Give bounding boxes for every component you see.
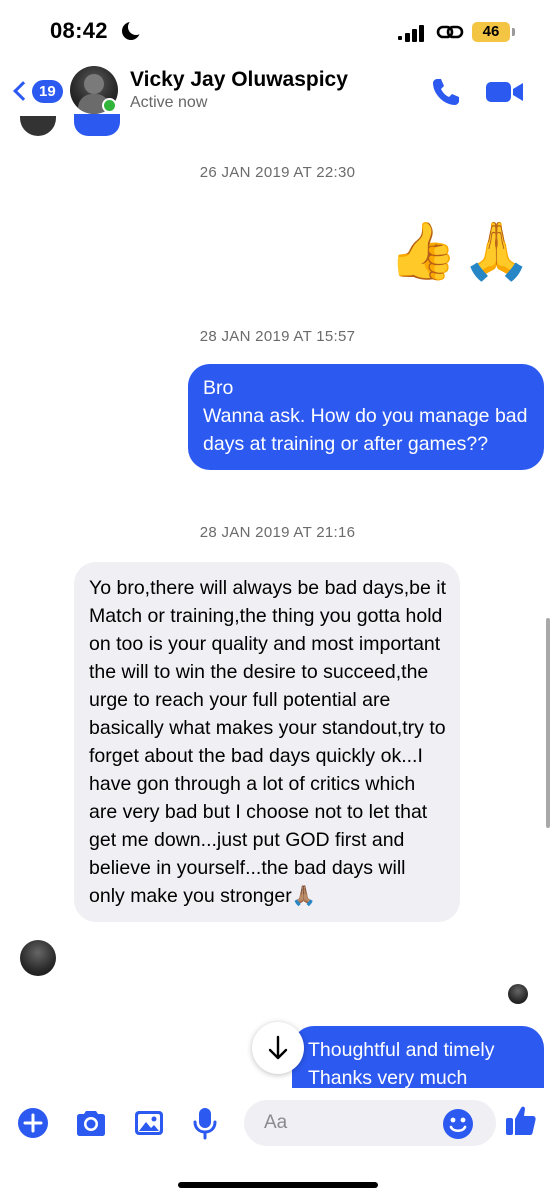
message-composer [0, 1088, 555, 1200]
scrollbar[interactable] [546, 618, 550, 828]
signal-icon [398, 22, 428, 42]
battery-icon: 46 [472, 22, 515, 42]
status-bar: 08:42 46 [0, 0, 555, 62]
arrow-down-icon [268, 1035, 288, 1060]
message-list[interactable]: 26 JAN 2019 AT 22:30 👍 🙏 28 JAN 2019 AT … [0, 114, 555, 1092]
praying-hands-emoji: 🙏 [461, 219, 532, 282]
sender-avatar [20, 940, 56, 976]
timestamp: 28 JAN 2019 AT 15:57 [199, 328, 356, 345]
chat-header: 19 Vicky Jay Oluwaspicy Active now [0, 62, 555, 122]
contact-status: Active now [130, 94, 208, 111]
read-receipt-avatar [508, 984, 528, 1004]
timestamp: 26 JAN 2019 AT 22:30 [199, 164, 356, 181]
plus-icon[interactable] [16, 1106, 50, 1140]
camera-icon[interactable] [74, 1106, 108, 1140]
timestamp: 28 JAN 2019 AT 21:16 [199, 524, 356, 541]
message-bubble-partial[interactable] [74, 114, 120, 136]
smiley-icon[interactable] [442, 1108, 474, 1140]
link-icon [436, 25, 464, 39]
home-indicator[interactable] [178, 1182, 378, 1188]
status-time: 08:42 [50, 18, 108, 43]
back-chevron-icon [13, 81, 33, 101]
image-icon[interactable] [132, 1106, 166, 1140]
microphone-icon[interactable] [188, 1106, 222, 1140]
back-button[interactable]: 19 [13, 76, 63, 106]
video-camera-icon[interactable] [486, 80, 524, 104]
online-status-dot [102, 98, 117, 113]
thumbs-up-emoji: 👍 [388, 219, 458, 282]
unread-count-badge: 19 [32, 79, 63, 103]
avatar [20, 116, 56, 136]
emoji-message[interactable]: 👍 🙏 [388, 218, 531, 284]
phone-icon[interactable] [430, 76, 462, 108]
contact-name[interactable]: Vicky Jay Oluwaspicy [130, 68, 348, 92]
moon-icon [122, 19, 144, 40]
incoming-message[interactable]: Yo bro,there will always be bad days,be … [74, 562, 460, 922]
scroll-to-bottom-button[interactable] [252, 1022, 304, 1074]
outgoing-message[interactable]: Thoughtful and timely Thanks very much [292, 1026, 544, 1092]
thumbs-up-icon[interactable] [504, 1104, 538, 1138]
outgoing-message[interactable]: Bro Wanna ask. How do you manage bad day… [188, 364, 544, 470]
